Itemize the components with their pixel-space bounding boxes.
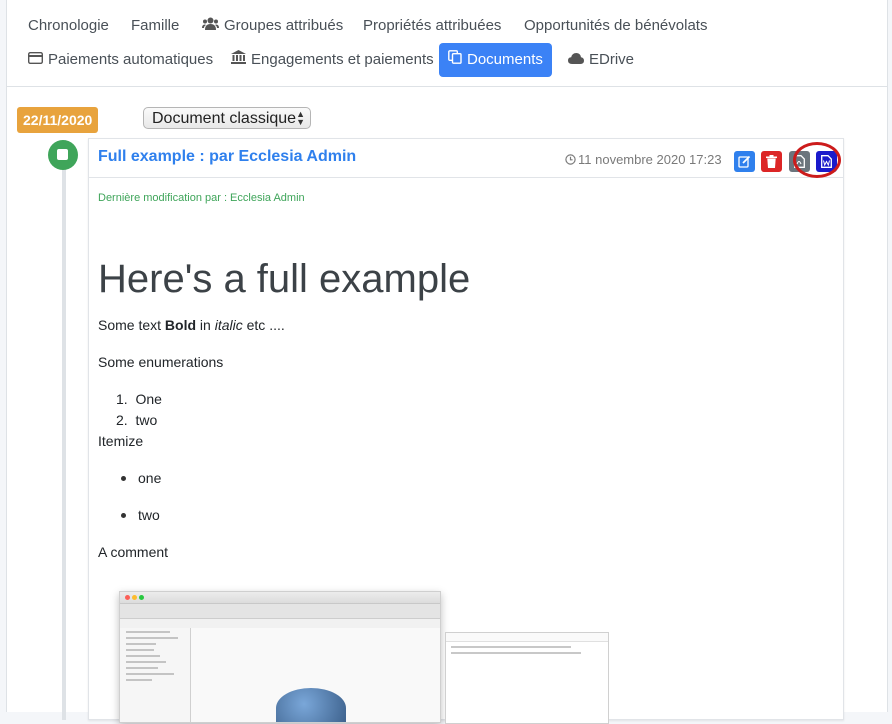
delete-button[interactable] [761,151,782,172]
tab-chronologie[interactable]: Chronologie [19,9,118,43]
itemize-label: Itemize [98,433,144,449]
bullet-dot [121,513,126,518]
enumeration-item: 1. One [116,391,162,407]
credit-card-icon [27,43,44,77]
itemize-item: one [138,470,162,486]
last-modified-text: Dernière modification par : Ecclesia Adm… [98,192,305,204]
cloud-icon [568,43,584,77]
tab-famille[interactable]: Famille [122,9,188,43]
tab-nav: Chronologie Famille Groupes attribués Pr… [7,0,887,87]
bullet-dot [121,476,126,481]
tab-engagements-paiements[interactable]: Engagements et paiements [222,43,443,77]
date-badge: 22/11/2020 [17,107,99,133]
enumeration-item: 2. two [116,412,158,428]
document-date: 11 novembre 2020 17:23 [565,152,722,168]
tab-paiements-automatiques[interactable]: Paiements automatiques [19,43,222,77]
clock-icon [565,153,576,168]
content-panel: Chronologie Famille Groupes attribués Pr… [6,0,888,724]
document-card: Full example : par Ecclesia Admin 11 nov… [88,138,844,724]
tab-documents[interactable]: Documents [439,43,552,77]
users-icon [202,9,219,43]
trash-icon [766,155,777,171]
itemize-item: two [138,507,160,523]
comment-text: A comment [98,544,169,560]
bank-icon [231,43,246,77]
tab-proprietes-attribuees[interactable]: Propriétés attribuées [354,9,510,43]
tab-opportunites-benevolats[interactable]: Opportunités de bénévolats [515,9,716,43]
edit-icon [738,155,751,171]
paragraph-some-text: Some text Bold in italic etc .... [98,317,285,333]
enumerations-label: Some enumerations [98,354,224,370]
tab-edrive[interactable]: EDrive [559,43,643,77]
timeline-dot-note-icon [48,140,78,170]
edit-button[interactable] [734,151,755,172]
embedded-code-panel-image [445,632,609,724]
card-header: Full example : par Ecclesia Admin 11 nov… [89,139,843,178]
embedded-screenshot-image [119,591,441,723]
timeline-line [62,140,66,720]
copy-icon [448,43,462,77]
document-title-link[interactable]: Full example : par Ecclesia Admin [98,148,356,166]
document-heading: Here's a full example [98,257,471,301]
highlight-annotation-circle [793,142,841,178]
select-arrows-icon: ▲ ▼ [296,109,305,127]
tab-groupes-attribues[interactable]: Groupes attribués [193,9,352,43]
document-type-select[interactable]: Document classique ▲ ▼ [143,107,311,129]
